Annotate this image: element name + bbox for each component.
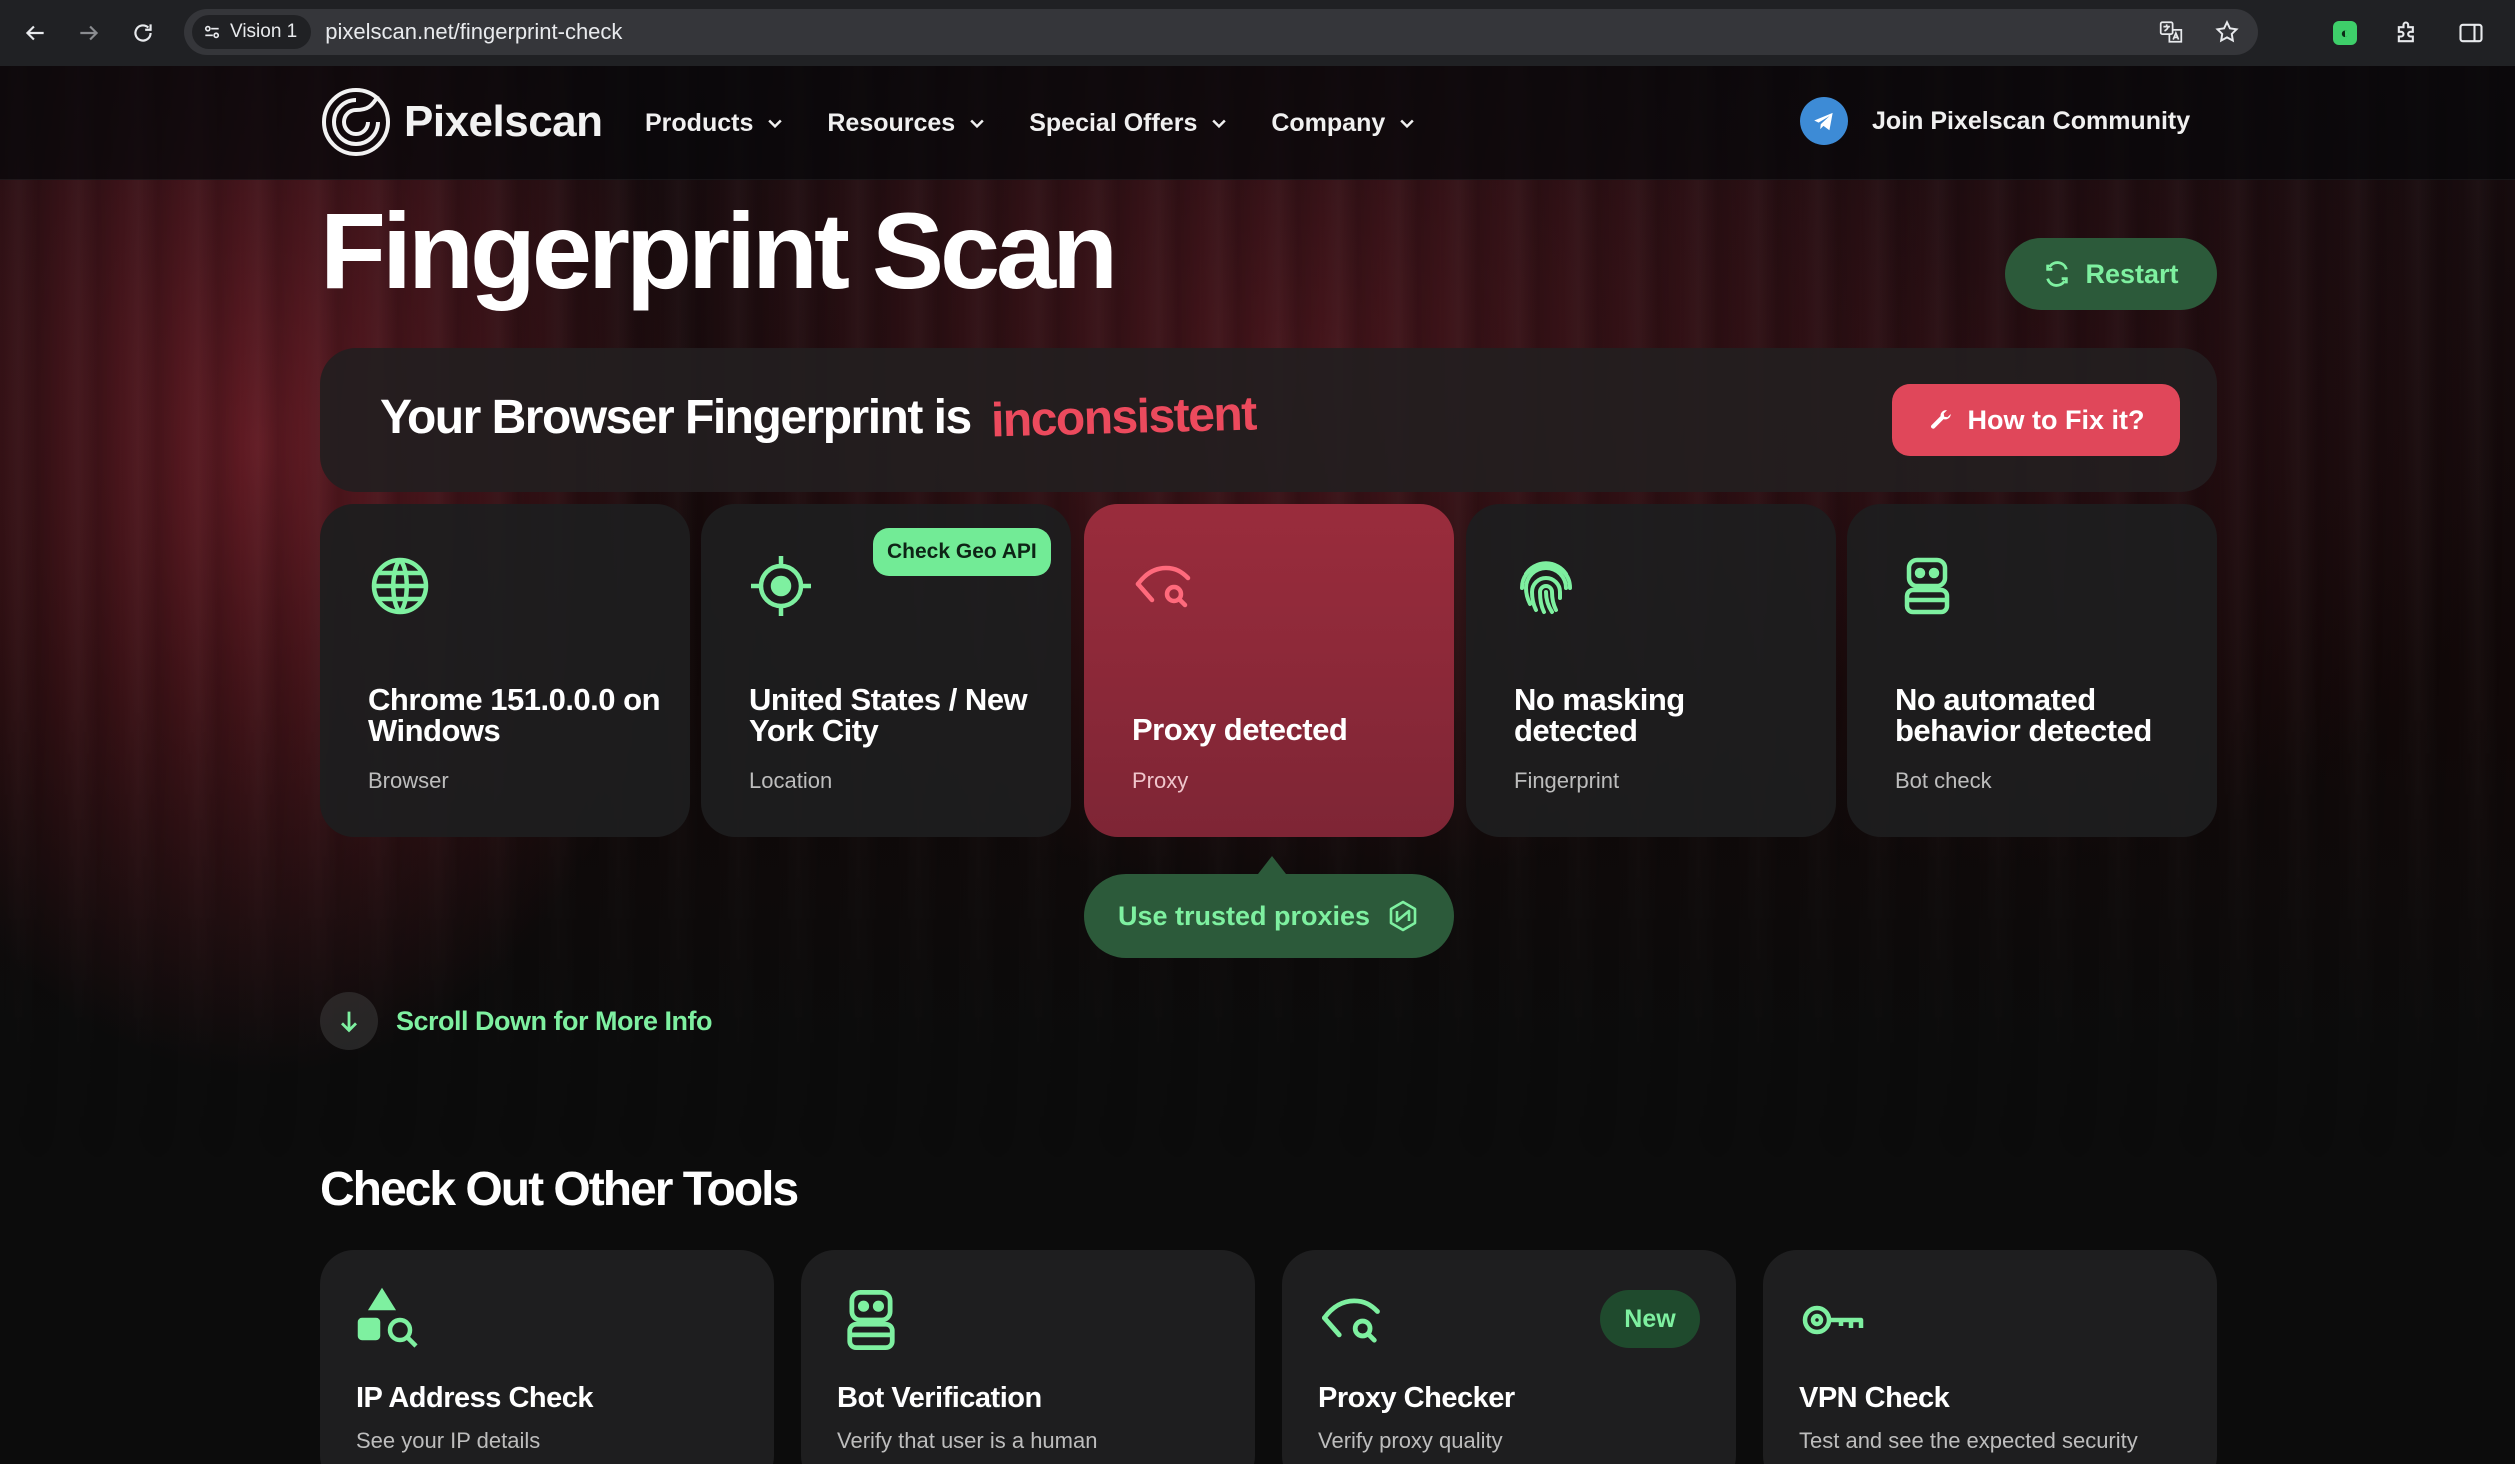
tool-card-proxy-checker[interactable]: New Proxy Checker Verify proxy quality xyxy=(1282,1250,1736,1464)
back-button[interactable] xyxy=(8,6,62,60)
status-prefix: Your Browser Fingerprint is xyxy=(380,391,972,444)
card-title: Proxy detected xyxy=(1132,712,1348,747)
restart-button[interactable]: Restart xyxy=(2005,238,2217,310)
tune-icon xyxy=(204,25,220,39)
result-card-location: Check Geo API United States / New York C… xyxy=(701,504,1071,837)
puzzle-extensions-icon[interactable] xyxy=(2393,19,2421,47)
card-subtitle: Proxy xyxy=(1132,768,1189,793)
scroll-down-link[interactable]: Scroll Down for More Info xyxy=(320,992,713,1050)
card-subtitle: Bot check xyxy=(1895,768,1992,793)
trusted-proxies-label: Use trusted proxies xyxy=(1117,900,1371,931)
community-label: Join Pixelscan Community xyxy=(1872,106,2191,135)
chevron-down-icon xyxy=(970,119,984,129)
result-card-browser: Chrome 151.0.0.0 on Windows Browser xyxy=(320,504,690,837)
card-title: No automated behavior detected xyxy=(1895,682,2152,748)
shield-logo-icon xyxy=(1389,900,1417,932)
card-title: Chrome 151.0.0.0 on Windows xyxy=(368,682,661,748)
card-subtitle: Fingerprint xyxy=(1514,768,1620,793)
status-heading: Your Browser Fingerprint is inconsistent xyxy=(380,388,1256,448)
chevron-down-icon xyxy=(1400,119,1414,129)
key-icon xyxy=(1802,1305,1864,1335)
nav-products-label: Products xyxy=(645,108,754,137)
refresh-icon xyxy=(2046,261,2069,287)
nav-company-label: Company xyxy=(1271,108,1386,137)
card-subtitle: Location xyxy=(749,768,833,793)
globe-icon xyxy=(371,557,429,615)
result-card-fingerprint: No masking detected Fingerprint xyxy=(1466,504,1836,837)
proxy-eye-icon xyxy=(1135,565,1191,608)
tool-subtitle: Verify that user is a human xyxy=(837,1428,1098,1453)
robot-icon xyxy=(1904,557,1950,615)
how-to-fix-label: How to Fix it? xyxy=(1967,404,2145,435)
how-to-fix-button[interactable]: How to Fix it? xyxy=(1892,384,2180,456)
fingerprint-icon xyxy=(1520,561,1572,614)
page-title: Fingerprint Scan xyxy=(320,190,1118,311)
result-card-proxy: Proxy detected Proxy xyxy=(1084,504,1454,837)
arrow-left-icon xyxy=(25,25,44,41)
shapes-search-icon xyxy=(357,1287,418,1348)
split-view-icon[interactable] xyxy=(2457,19,2485,47)
reload-icon xyxy=(134,24,152,42)
crosshair-icon xyxy=(751,556,811,616)
new-badge: New xyxy=(1600,1290,1700,1348)
arrow-right-icon xyxy=(80,25,99,41)
extension-icon[interactable]: ◐ xyxy=(2333,21,2357,45)
profile-chip-label: Vision 1 xyxy=(230,21,298,42)
telegram-icon xyxy=(1800,97,1848,145)
tool-subtitle: See your IP details xyxy=(356,1428,541,1453)
nav-resources-label: Resources xyxy=(827,108,956,137)
logo-text: Pixelscan xyxy=(404,97,603,146)
nav-special-offers-label: Special Offers xyxy=(1029,108,1198,137)
tool-subtitle: Test and see the expected security xyxy=(1799,1428,2138,1453)
tool-title: IP Address Check xyxy=(356,1382,594,1414)
tool-title: VPN Check xyxy=(1799,1382,1950,1414)
logo[interactable]: Pixelscan xyxy=(320,86,603,158)
tool-title: Proxy Checker xyxy=(1318,1382,1515,1414)
tool-card-vpn-check[interactable]: VPN Check Test and see the expected secu… xyxy=(1763,1250,2217,1464)
check-geo-api-button[interactable]: Check Geo API xyxy=(873,528,1051,576)
nav-company[interactable]: Company xyxy=(1271,109,1417,138)
restart-label: Restart xyxy=(2085,258,2179,289)
tool-card-ip-address[interactable]: IP Address Check See your IP details xyxy=(320,1250,774,1464)
chevron-down-icon xyxy=(768,119,783,129)
reload-button[interactable] xyxy=(116,6,170,60)
url-text[interactable]: pixelscan.net/fingerprint-check xyxy=(325,19,622,45)
card-title: United States / New York City xyxy=(749,682,1028,748)
card-subtitle: Browser xyxy=(368,768,449,793)
browser-toolbar: Vision 1 pixelscan.net/fingerprint-check… xyxy=(0,0,2515,66)
main-nav: Products Resources Special Offers Compan… xyxy=(645,66,1417,180)
chevron-down-icon xyxy=(1212,119,1227,129)
card-title: No masking detected xyxy=(1514,682,1685,748)
forward-button[interactable] xyxy=(62,6,116,60)
use-trusted-proxies-button[interactable]: Use trusted proxies xyxy=(1084,874,1454,958)
fingerprint-status-bar: Your Browser Fingerprint is inconsistent… xyxy=(320,348,2217,492)
bookmark-star-icon[interactable] xyxy=(2214,19,2240,45)
site-header: Pixelscan Products Resources Special Off… xyxy=(0,66,2515,180)
site-info-chip[interactable]: Vision 1 xyxy=(192,15,312,49)
arrow-down-icon xyxy=(320,992,378,1050)
result-card-bot: No automated behavior detected Bot check xyxy=(1847,504,2217,837)
address-bar[interactable]: Vision 1 pixelscan.net/fingerprint-check xyxy=(184,9,2258,55)
wrench-icon xyxy=(1930,410,1951,429)
join-community-link[interactable]: Join Pixelscan Community xyxy=(1800,97,2190,145)
robot-icon xyxy=(847,1289,895,1351)
pixelscan-logo-icon xyxy=(322,88,390,156)
proxy-eye-icon xyxy=(1321,1298,1380,1343)
tool-subtitle: Verify proxy quality xyxy=(1318,1428,1503,1453)
status-word: inconsistent xyxy=(989,387,1256,448)
nav-resources[interactable]: Resources xyxy=(827,109,987,138)
tool-card-bot-verification[interactable]: Bot Verification Verify that user is a h… xyxy=(801,1250,1255,1464)
nav-special-offers[interactable]: Special Offers xyxy=(1029,109,1229,138)
tool-title: Bot Verification xyxy=(837,1382,1042,1414)
translate-icon[interactable] xyxy=(2158,19,2184,45)
nav-products[interactable]: Products xyxy=(645,109,785,138)
other-tools-heading: Check Out Other Tools xyxy=(320,1163,799,1216)
page-content: Pixelscan Products Resources Special Off… xyxy=(0,66,2515,1464)
scroll-down-label: Scroll Down for More Info xyxy=(396,1005,713,1036)
